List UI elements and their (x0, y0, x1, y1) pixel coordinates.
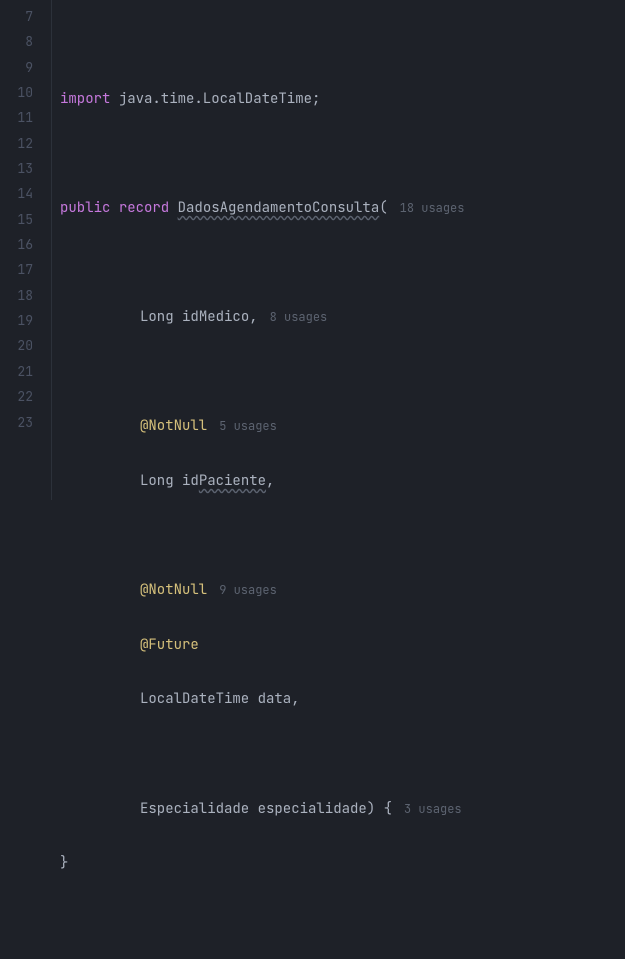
code-line (60, 741, 625, 768)
line-number: 9 (0, 55, 33, 80)
code-line: } (60, 850, 625, 877)
paren-open: ( (379, 199, 387, 217)
identifier-underlined: Paciente (199, 472, 266, 490)
line-number: 21 (0, 359, 33, 384)
code-line: @NotNull5 usages (60, 413, 625, 440)
paren-close-brace: ) { (367, 800, 392, 818)
line-number: 14 (0, 181, 33, 206)
annotation: @NotNull (140, 581, 207, 599)
code-line: LocalDateTime data, (60, 686, 625, 713)
code-line: @Future (60, 632, 625, 659)
usage-hint[interactable]: 18 usages (388, 200, 465, 216)
code-line (60, 359, 625, 386)
identifier: idMedico (182, 308, 249, 326)
code-line: public record DadosAgendamentoConsulta(1… (60, 195, 625, 222)
code-line (60, 140, 625, 167)
line-number: 16 (0, 232, 33, 257)
code-line: Long idPaciente, (60, 468, 625, 495)
line-number: 18 (0, 283, 33, 308)
usage-hint[interactable]: 5 usages (207, 418, 277, 434)
identifier: especialidade (258, 800, 367, 818)
code-line: Especialidade especialidade) {3 usages (60, 796, 625, 823)
identifier-prefix: id (182, 472, 199, 490)
annotation: @NotNull (140, 417, 207, 435)
code-line: import java.time.LocalDateTime; (60, 86, 625, 113)
comma: , (249, 308, 257, 326)
usage-hint[interactable]: 3 usages (392, 801, 462, 817)
type-name: Long (140, 472, 174, 490)
keyword-record: record (119, 199, 169, 217)
line-number: 19 (0, 308, 33, 333)
annotation: @Future (140, 636, 199, 654)
line-number: 10 (0, 80, 33, 105)
type-name: Especialidade (140, 800, 249, 818)
line-number: 12 (0, 131, 33, 156)
usage-hint[interactable]: 8 usages (258, 309, 328, 325)
line-number: 13 (0, 156, 33, 181)
line-number: 7 (0, 4, 33, 29)
type-name: Long (140, 308, 174, 326)
code-line (60, 905, 625, 932)
keyword-public: public (60, 199, 110, 217)
line-number: 20 (0, 333, 33, 358)
code-line: @NotNull9 usages (60, 577, 625, 604)
keyword-import: import (60, 90, 110, 108)
line-number: 8 (0, 29, 33, 54)
line-number-gutter: 7 8 9 10 11 12 13 14 15 16 17 18 19 20 2… (0, 0, 52, 500)
code-editor[interactable]: import java.time.LocalDateTime; public r… (52, 0, 625, 500)
comma: , (266, 472, 274, 490)
package-path: java.time.LocalDateTime (119, 90, 312, 108)
record-name[interactable]: DadosAgendamentoConsulta (178, 199, 380, 217)
code-line (60, 523, 625, 550)
usage-hint[interactable]: 9 usages (207, 582, 277, 598)
line-number: 15 (0, 207, 33, 232)
code-line (60, 31, 625, 58)
semicolon: ; (312, 90, 320, 108)
identifier: data (258, 690, 292, 708)
line-number: 23 (0, 410, 33, 435)
type-name: LocalDateTime (140, 690, 249, 708)
brace-close: } (60, 854, 68, 872)
line-number: 11 (0, 105, 33, 130)
line-number: 22 (0, 384, 33, 409)
comma: , (291, 690, 299, 708)
line-number: 17 (0, 257, 33, 282)
code-line (60, 250, 625, 277)
code-line: Long idMedico,8 usages (60, 304, 625, 331)
